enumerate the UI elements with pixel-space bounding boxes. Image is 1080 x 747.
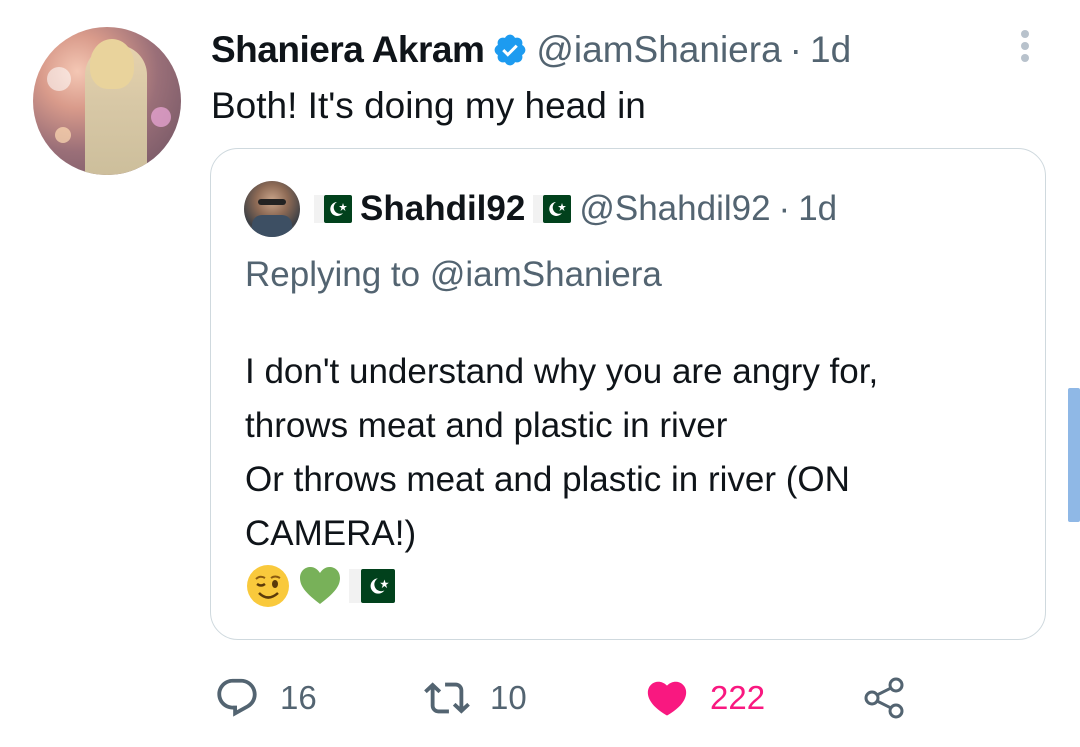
tweet-text: Both! It's doing my head in — [211, 85, 646, 126]
quoted-text-line: throws meat and plastic in river — [245, 406, 728, 445]
scrollbar[interactable] — [1068, 388, 1080, 522]
like-count: 222 — [710, 679, 766, 716]
winking-face-icon — [247, 565, 289, 607]
author-avatar[interactable] — [33, 27, 181, 175]
separator-dot: · — [789, 29, 802, 70]
quoted-text-line: I don't understand why you are angry for… — [245, 352, 879, 391]
author-handle[interactable]: @iamShaniera — [536, 30, 781, 70]
tweet-time[interactable]: 1d — [810, 30, 851, 70]
like-button[interactable]: 222 — [644, 668, 765, 728]
more-options-icon[interactable] — [1018, 30, 1032, 64]
pakistan-flag-icon — [349, 569, 395, 603]
replying-to: Replying to @iamShaniera — [245, 255, 662, 294]
pakistan-flag-icon — [314, 195, 352, 223]
reply-icon — [217, 678, 257, 717]
emoji-row — [245, 563, 395, 609]
quoted-tweet-time[interactable]: 1d — [798, 189, 837, 229]
reply-count: 16 — [280, 679, 317, 716]
author-name[interactable]: Shaniera Akram — [211, 30, 485, 70]
quoted-tweet[interactable]: Shahdil92 @Shahdil92 · 1d Replying to @i… — [210, 148, 1046, 640]
tweet-actions: 16 10 222 — [0, 668, 1080, 728]
tweet-header: Shaniera Akram @iamShaniera · 1d — [211, 30, 851, 70]
heart-icon — [647, 681, 687, 716]
share-icon — [864, 677, 904, 719]
quoted-text-line: CAMERA!) — [245, 514, 417, 553]
green-heart-icon — [300, 567, 340, 604]
retweet-button[interactable]: 10 — [424, 668, 527, 728]
verified-badge-icon — [495, 34, 526, 66]
quoted-author-handle[interactable]: @Shahdil92 — [579, 189, 770, 229]
retweet-icon — [424, 682, 470, 714]
separator-dot: · — [778, 189, 791, 228]
quoted-text-line: Or throws meat and plastic in river (ON — [245, 460, 850, 499]
reply-button[interactable]: 16 — [214, 668, 317, 728]
quoted-author-name[interactable]: Shahdil92 — [360, 189, 525, 229]
share-button[interactable] — [862, 668, 908, 728]
quoted-author-avatar[interactable] — [244, 181, 300, 237]
quoted-tweet-text: I don't understand why you are angry for… — [245, 345, 1025, 561]
quoted-tweet-header: Shahdil92 @Shahdil92 · 1d — [314, 189, 837, 229]
pakistan-flag-icon — [533, 195, 572, 223]
retweet-count: 10 — [490, 679, 527, 716]
tweet: Shaniera Akram @iamShaniera · 1d Both! I… — [0, 0, 1080, 747]
